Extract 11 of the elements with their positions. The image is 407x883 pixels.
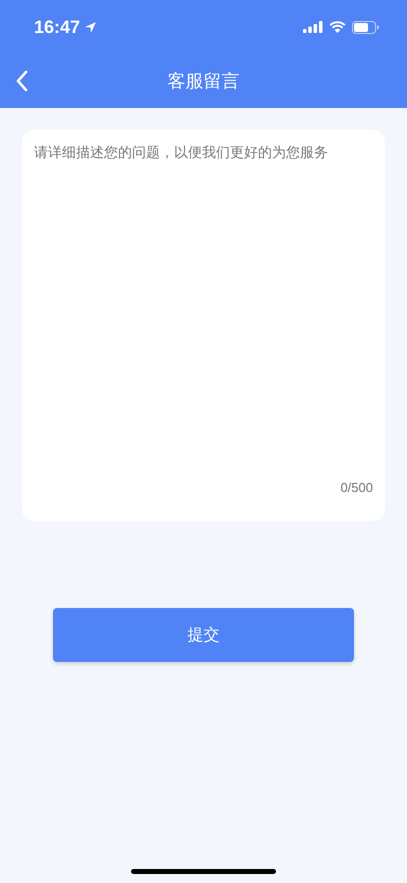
page-title: 客服留言: [168, 70, 240, 93]
submit-button[interactable]: 提交: [53, 608, 354, 662]
location-arrow-icon: [84, 20, 98, 34]
back-icon: [16, 70, 28, 92]
message-field[interactable]: 请详细描述您的问题，以便我们更好的为您服务 0/500: [22, 130, 385, 521]
battery-icon: [352, 20, 379, 34]
character-counter: 0/500: [340, 480, 373, 495]
placeholder-text: 请详细描述您的问题，以便我们更好的为您服务: [34, 144, 329, 163]
wifi-icon: [329, 21, 346, 33]
signal-icon: [303, 21, 323, 33]
status-time: 16:47: [34, 16, 80, 38]
